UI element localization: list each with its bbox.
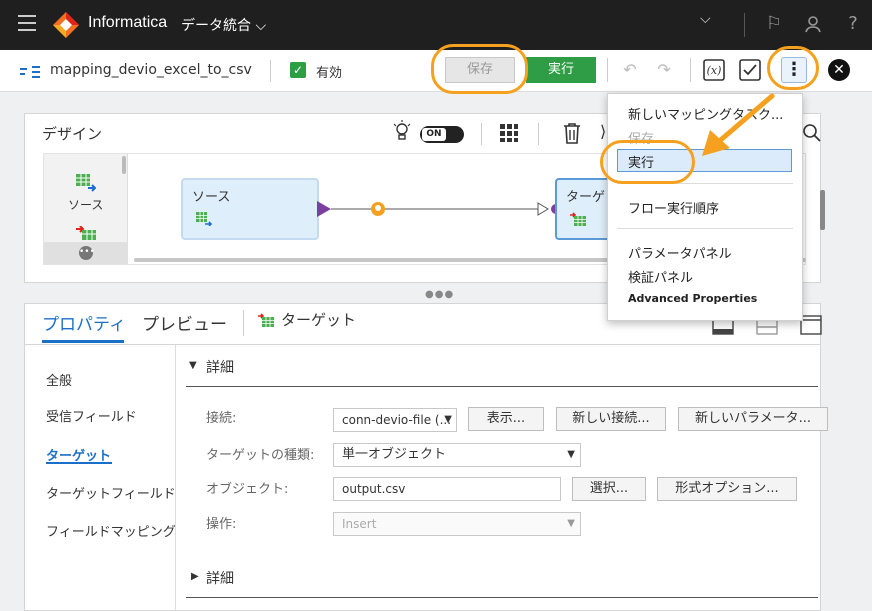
- toolbar-divider: [607, 58, 608, 82]
- undo-icon[interactable]: ↶: [618, 58, 642, 82]
- annotation-arrow-icon: [702, 93, 775, 156]
- new-parameter-button[interactable]: 新しいパラメータ...: [678, 407, 828, 431]
- brand-name: Informatica: [88, 14, 168, 31]
- format-options-button[interactable]: 形式オプション...: [657, 477, 797, 501]
- informatica-logo: [53, 12, 79, 38]
- tab-preview[interactable]: プレビュー: [142, 310, 227, 335]
- valid-status: 有効: [316, 66, 343, 81]
- section-details-collapsed[interactable]: 詳細: [206, 568, 234, 588]
- show-connection-button[interactable]: 表示...: [468, 407, 544, 431]
- connection-label: 接続:: [206, 411, 237, 426]
- tab-target: ターゲット: [281, 311, 357, 329]
- connection-select[interactable]: conn-devio-file (... ▼: [333, 408, 457, 432]
- highlight-run-item: [600, 140, 695, 184]
- collapse-caret-icon[interactable]: ▶: [191, 571, 199, 582]
- source-node-label: ソース: [192, 190, 231, 205]
- panel-scrollbar[interactable]: [820, 190, 825, 230]
- side-divider: [175, 345, 176, 611]
- toggle-switch[interactable]: ON: [420, 126, 464, 143]
- more-icon[interactable]: •••: [79, 246, 95, 260]
- side-item-field-mapping[interactable]: フィールドマッピング: [46, 521, 176, 540]
- target-node-icon: [570, 212, 586, 226]
- collapse-icon[interactable]: ⟩: [600, 122, 606, 141]
- toggle-label: ON: [422, 128, 446, 141]
- parameter-icon[interactable]: (x): [702, 58, 726, 82]
- side-item-incoming-fields[interactable]: 受信フィールド: [46, 406, 137, 425]
- active-tab-indicator: [42, 340, 124, 343]
- zoom-icon[interactable]: [802, 123, 822, 143]
- target-palette-icon[interactable]: [76, 226, 96, 240]
- layout-bottom-icon[interactable]: [712, 319, 734, 335]
- link-info-icon[interactable]: [370, 201, 386, 217]
- target-type-label: ターゲットの種類:: [206, 448, 315, 463]
- mapping-icon: [20, 66, 40, 78]
- data-link: [317, 201, 561, 217]
- toolbar-divider: [270, 60, 271, 82]
- operation-label: 操作:: [206, 517, 237, 532]
- svg-text:(x): (x): [707, 64, 722, 77]
- target-tab-icon: [258, 313, 274, 327]
- trash-icon[interactable]: [562, 122, 582, 144]
- menu-item-flow-run-order[interactable]: フロー実行順序: [628, 198, 719, 217]
- tab-underline: [24, 344, 821, 345]
- tab-properties[interactable]: プロパティ: [42, 310, 126, 335]
- service-switcher[interactable]: データ統合 ⌵: [181, 15, 266, 35]
- menu-item-validation-panel[interactable]: 検証パネル: [628, 267, 693, 286]
- object-label: オブジェクト:: [206, 482, 289, 497]
- section-rule: [186, 597, 818, 598]
- design-divider: [481, 123, 482, 145]
- menu-item-advanced-properties[interactable]: Advanced Properties: [628, 292, 757, 305]
- grid-arrange-icon[interactable]: [499, 123, 519, 143]
- source-node-icon: [196, 212, 212, 226]
- lightbulb-icon[interactable]: [392, 120, 412, 144]
- hamburger-menu-icon[interactable]: [18, 15, 36, 31]
- validate-icon[interactable]: [738, 58, 762, 82]
- design-title: デザイン: [42, 125, 103, 143]
- expand-caret-icon[interactable]: ▼: [189, 360, 197, 371]
- side-active-indicator: [46, 462, 112, 464]
- design-divider: [538, 123, 539, 145]
- side-item-general[interactable]: 全般: [46, 370, 72, 389]
- operation-select: Insert ▼: [333, 512, 581, 536]
- close-icon[interactable]: ✕: [828, 59, 850, 81]
- highlight-more: [767, 46, 819, 90]
- toolbar-divider: [690, 58, 691, 82]
- help-icon[interactable]: ?: [842, 13, 864, 35]
- run-button[interactable]: 実行: [526, 57, 596, 83]
- new-connection-button[interactable]: 新しい接続...: [556, 407, 666, 431]
- palette-scrollbar[interactable]: [122, 156, 126, 174]
- highlight-save: [431, 44, 528, 94]
- user-dropdown[interactable]: ⌵: [700, 11, 711, 27]
- redo-icon[interactable]: ↷: [652, 58, 676, 82]
- menu-separator: [617, 228, 793, 229]
- tab-divider: [243, 310, 244, 336]
- layout-middle-icon[interactable]: [756, 319, 778, 335]
- object-field[interactable]: output.csv: [333, 477, 561, 501]
- menu-item-parameter-panel[interactable]: パラメータパネル: [628, 243, 732, 262]
- section-details-header[interactable]: 詳細: [206, 357, 234, 377]
- target-node-label: ターゲット: [566, 190, 608, 205]
- mapping-name: mapping_devio_excel_to_csv: [50, 62, 252, 78]
- section-rule: [186, 386, 818, 387]
- source-palette-icon[interactable]: [76, 174, 96, 192]
- source-palette-label: ソース: [68, 198, 104, 212]
- splitter-handle-icon[interactable]: ●●●: [425, 289, 454, 300]
- layout-maximize-icon[interactable]: [800, 315, 822, 335]
- user-icon[interactable]: [803, 14, 823, 34]
- target-type-select[interactable]: 単一オブジェクト ▼: [333, 443, 581, 467]
- valid-check-icon: ✓: [290, 62, 306, 78]
- header-divider: [744, 13, 745, 37]
- side-item-target-fields[interactable]: ターゲットフィールド: [46, 483, 176, 502]
- flag-icon[interactable]: ⚐: [763, 13, 785, 35]
- select-object-button[interactable]: 選択...: [572, 477, 646, 501]
